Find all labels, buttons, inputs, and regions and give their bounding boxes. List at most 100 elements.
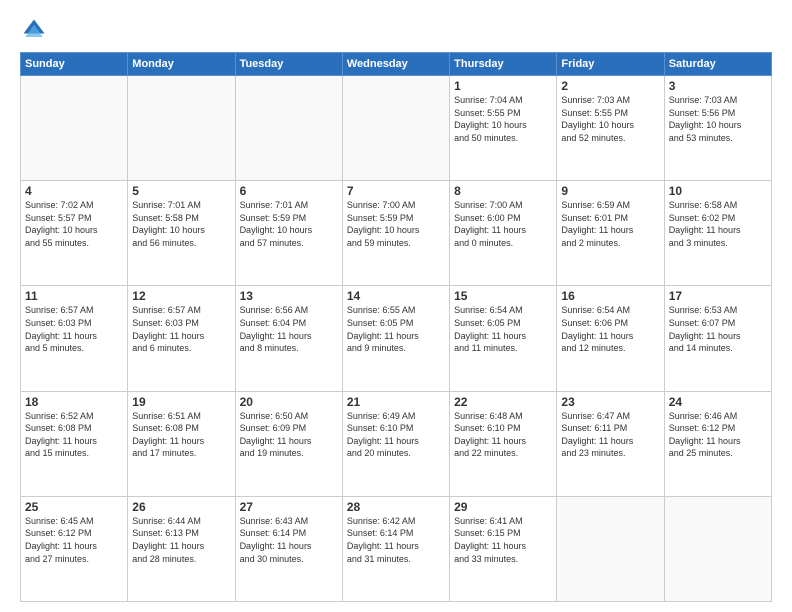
calendar-cell: 8Sunrise: 7:00 AMSunset: 6:00 PMDaylight… [450, 181, 557, 286]
header [20, 16, 772, 44]
day-number: 19 [132, 395, 230, 409]
calendar-cell [128, 76, 235, 181]
calendar-cell: 21Sunrise: 6:49 AMSunset: 6:10 PMDayligh… [342, 391, 449, 496]
day-info: Sunrise: 7:01 AMSunset: 5:58 PMDaylight:… [132, 199, 230, 249]
weekday-header-row: SundayMondayTuesdayWednesdayThursdayFrid… [21, 53, 772, 76]
calendar-week-1: 1Sunrise: 7:04 AMSunset: 5:55 PMDaylight… [21, 76, 772, 181]
calendar-cell [664, 496, 771, 601]
weekday-header-saturday: Saturday [664, 53, 771, 76]
day-info: Sunrise: 7:02 AMSunset: 5:57 PMDaylight:… [25, 199, 123, 249]
calendar-cell: 3Sunrise: 7:03 AMSunset: 5:56 PMDaylight… [664, 76, 771, 181]
day-info: Sunrise: 6:48 AMSunset: 6:10 PMDaylight:… [454, 410, 552, 460]
calendar-cell: 28Sunrise: 6:42 AMSunset: 6:14 PMDayligh… [342, 496, 449, 601]
day-info: Sunrise: 6:46 AMSunset: 6:12 PMDaylight:… [669, 410, 767, 460]
day-number: 24 [669, 395, 767, 409]
calendar-cell: 7Sunrise: 7:00 AMSunset: 5:59 PMDaylight… [342, 181, 449, 286]
day-number: 17 [669, 289, 767, 303]
day-info: Sunrise: 6:42 AMSunset: 6:14 PMDaylight:… [347, 515, 445, 565]
calendar-cell: 26Sunrise: 6:44 AMSunset: 6:13 PMDayligh… [128, 496, 235, 601]
calendar-cell: 2Sunrise: 7:03 AMSunset: 5:55 PMDaylight… [557, 76, 664, 181]
calendar-cell: 9Sunrise: 6:59 AMSunset: 6:01 PMDaylight… [557, 181, 664, 286]
day-info: Sunrise: 6:55 AMSunset: 6:05 PMDaylight:… [347, 304, 445, 354]
day-info: Sunrise: 6:58 AMSunset: 6:02 PMDaylight:… [669, 199, 767, 249]
weekday-header-wednesday: Wednesday [342, 53, 449, 76]
day-number: 23 [561, 395, 659, 409]
calendar-cell: 11Sunrise: 6:57 AMSunset: 6:03 PMDayligh… [21, 286, 128, 391]
calendar-week-5: 25Sunrise: 6:45 AMSunset: 6:12 PMDayligh… [21, 496, 772, 601]
calendar-cell: 18Sunrise: 6:52 AMSunset: 6:08 PMDayligh… [21, 391, 128, 496]
day-number: 14 [347, 289, 445, 303]
calendar-cell: 5Sunrise: 7:01 AMSunset: 5:58 PMDaylight… [128, 181, 235, 286]
weekday-header-sunday: Sunday [21, 53, 128, 76]
calendar-cell: 23Sunrise: 6:47 AMSunset: 6:11 PMDayligh… [557, 391, 664, 496]
weekday-header-thursday: Thursday [450, 53, 557, 76]
calendar-cell: 19Sunrise: 6:51 AMSunset: 6:08 PMDayligh… [128, 391, 235, 496]
calendar-cell [342, 76, 449, 181]
day-number: 18 [25, 395, 123, 409]
day-number: 3 [669, 79, 767, 93]
weekday-header-tuesday: Tuesday [235, 53, 342, 76]
day-info: Sunrise: 7:00 AMSunset: 6:00 PMDaylight:… [454, 199, 552, 249]
day-number: 29 [454, 500, 552, 514]
day-number: 5 [132, 184, 230, 198]
calendar-page: SundayMondayTuesdayWednesdayThursdayFrid… [0, 0, 792, 612]
day-number: 28 [347, 500, 445, 514]
day-info: Sunrise: 6:51 AMSunset: 6:08 PMDaylight:… [132, 410, 230, 460]
logo-icon [20, 16, 48, 44]
calendar-cell: 24Sunrise: 6:46 AMSunset: 6:12 PMDayligh… [664, 391, 771, 496]
day-info: Sunrise: 6:49 AMSunset: 6:10 PMDaylight:… [347, 410, 445, 460]
day-info: Sunrise: 6:57 AMSunset: 6:03 PMDaylight:… [132, 304, 230, 354]
day-number: 9 [561, 184, 659, 198]
calendar-week-2: 4Sunrise: 7:02 AMSunset: 5:57 PMDaylight… [21, 181, 772, 286]
day-info: Sunrise: 7:03 AMSunset: 5:56 PMDaylight:… [669, 94, 767, 144]
day-number: 21 [347, 395, 445, 409]
day-info: Sunrise: 7:03 AMSunset: 5:55 PMDaylight:… [561, 94, 659, 144]
day-number: 10 [669, 184, 767, 198]
calendar-cell: 27Sunrise: 6:43 AMSunset: 6:14 PMDayligh… [235, 496, 342, 601]
weekday-header-monday: Monday [128, 53, 235, 76]
day-number: 7 [347, 184, 445, 198]
day-number: 6 [240, 184, 338, 198]
calendar-cell: 6Sunrise: 7:01 AMSunset: 5:59 PMDaylight… [235, 181, 342, 286]
day-info: Sunrise: 6:41 AMSunset: 6:15 PMDaylight:… [454, 515, 552, 565]
calendar-header: SundayMondayTuesdayWednesdayThursdayFrid… [21, 53, 772, 76]
calendar-cell: 15Sunrise: 6:54 AMSunset: 6:05 PMDayligh… [450, 286, 557, 391]
day-number: 22 [454, 395, 552, 409]
day-info: Sunrise: 6:45 AMSunset: 6:12 PMDaylight:… [25, 515, 123, 565]
day-info: Sunrise: 6:54 AMSunset: 6:05 PMDaylight:… [454, 304, 552, 354]
calendar-cell: 12Sunrise: 6:57 AMSunset: 6:03 PMDayligh… [128, 286, 235, 391]
day-number: 11 [25, 289, 123, 303]
calendar-cell: 16Sunrise: 6:54 AMSunset: 6:06 PMDayligh… [557, 286, 664, 391]
calendar-cell: 20Sunrise: 6:50 AMSunset: 6:09 PMDayligh… [235, 391, 342, 496]
day-info: Sunrise: 6:59 AMSunset: 6:01 PMDaylight:… [561, 199, 659, 249]
day-info: Sunrise: 6:47 AMSunset: 6:11 PMDaylight:… [561, 410, 659, 460]
day-info: Sunrise: 7:01 AMSunset: 5:59 PMDaylight:… [240, 199, 338, 249]
calendar-cell [21, 76, 128, 181]
calendar-table: SundayMondayTuesdayWednesdayThursdayFrid… [20, 52, 772, 602]
day-number: 27 [240, 500, 338, 514]
day-info: Sunrise: 6:44 AMSunset: 6:13 PMDaylight:… [132, 515, 230, 565]
day-number: 16 [561, 289, 659, 303]
day-info: Sunrise: 6:50 AMSunset: 6:09 PMDaylight:… [240, 410, 338, 460]
calendar-cell: 14Sunrise: 6:55 AMSunset: 6:05 PMDayligh… [342, 286, 449, 391]
calendar-cell: 17Sunrise: 6:53 AMSunset: 6:07 PMDayligh… [664, 286, 771, 391]
day-info: Sunrise: 6:53 AMSunset: 6:07 PMDaylight:… [669, 304, 767, 354]
calendar-cell: 13Sunrise: 6:56 AMSunset: 6:04 PMDayligh… [235, 286, 342, 391]
calendar-cell: 1Sunrise: 7:04 AMSunset: 5:55 PMDaylight… [450, 76, 557, 181]
calendar-cell [557, 496, 664, 601]
day-info: Sunrise: 6:54 AMSunset: 6:06 PMDaylight:… [561, 304, 659, 354]
day-number: 12 [132, 289, 230, 303]
calendar-cell [235, 76, 342, 181]
calendar-cell: 10Sunrise: 6:58 AMSunset: 6:02 PMDayligh… [664, 181, 771, 286]
day-info: Sunrise: 7:04 AMSunset: 5:55 PMDaylight:… [454, 94, 552, 144]
day-number: 26 [132, 500, 230, 514]
day-number: 2 [561, 79, 659, 93]
day-number: 4 [25, 184, 123, 198]
day-info: Sunrise: 6:56 AMSunset: 6:04 PMDaylight:… [240, 304, 338, 354]
day-number: 13 [240, 289, 338, 303]
calendar-cell: 22Sunrise: 6:48 AMSunset: 6:10 PMDayligh… [450, 391, 557, 496]
day-number: 1 [454, 79, 552, 93]
day-info: Sunrise: 7:00 AMSunset: 5:59 PMDaylight:… [347, 199, 445, 249]
day-number: 25 [25, 500, 123, 514]
weekday-header-friday: Friday [557, 53, 664, 76]
